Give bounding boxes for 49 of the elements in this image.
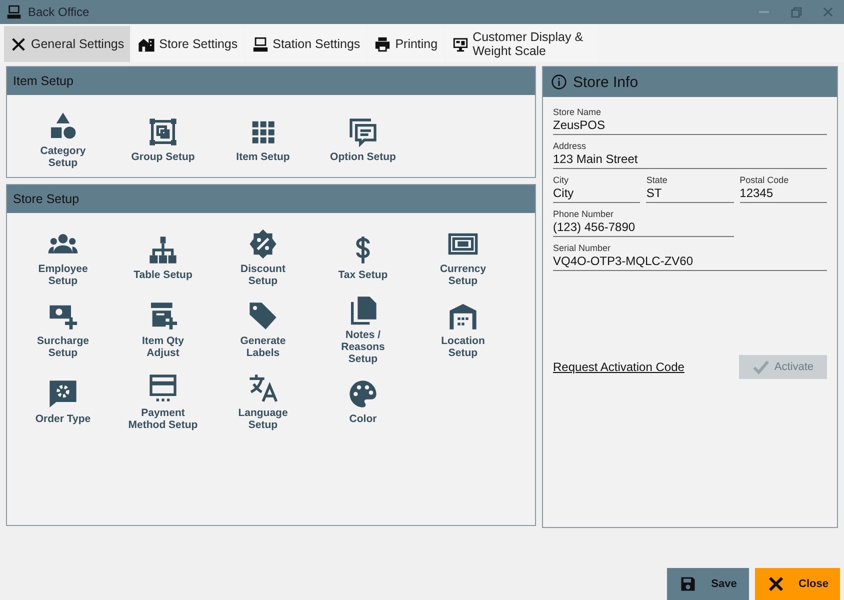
- text-field[interactable]: Store Name ZeusPOS: [553, 107, 827, 135]
- translate-icon: [247, 372, 279, 404]
- gear-bubble-icon: [47, 378, 79, 410]
- chat-icon: [347, 116, 379, 148]
- check-icon: [752, 358, 770, 376]
- panel-title: Store Info: [573, 74, 638, 90]
- save-button[interactable]: Save: [667, 568, 749, 600]
- close-button[interactable]: Close: [755, 568, 840, 600]
- setup-tile[interactable]: Table Setup: [113, 225, 213, 289]
- tag-icon: [247, 300, 279, 332]
- setup-tile[interactable]: Category Setup: [13, 107, 113, 171]
- setup-tile[interactable]: Tax Setup: [313, 225, 413, 289]
- text-field[interactable]: City City: [553, 175, 640, 203]
- setup-tile[interactable]: Item Qty Adjust: [113, 297, 213, 361]
- group-icon: [147, 116, 179, 148]
- floppy-icon: [679, 575, 698, 593]
- computer-icon: [252, 36, 269, 52]
- text-field[interactable]: Address 123 Main Street: [553, 141, 827, 169]
- setup-tile[interactable]: Option Setup: [313, 107, 413, 171]
- palette-icon: [347, 378, 379, 410]
- setup-tile[interactable]: Discount Setup: [213, 225, 313, 289]
- monitor-icon: [452, 36, 469, 52]
- setup-tile[interactable]: Color: [313, 369, 413, 433]
- activation-link[interactable]: Request Activation Code: [553, 360, 684, 374]
- text-field[interactable]: Phone Number (123) 456-7890: [553, 209, 734, 237]
- info-icon: [551, 74, 567, 90]
- setup-tile[interactable]: Location Setup: [413, 297, 513, 361]
- printer-icon: [374, 36, 392, 52]
- percent-badge-icon: [247, 228, 279, 260]
- setup-tile[interactable]: Item Setup: [213, 107, 313, 171]
- setup-tile[interactable]: Generate Labels: [213, 297, 313, 361]
- close-icon: [766, 575, 785, 593]
- setup-tile[interactable]: Employee Setup: [13, 225, 113, 289]
- section-header: Item Setup: [7, 67, 535, 95]
- text-field[interactable]: Postal Code 12345: [740, 175, 827, 203]
- setup-tile[interactable]: Surcharge Setup: [13, 297, 113, 361]
- section-header: Store Setup: [7, 185, 535, 213]
- card-icon: [147, 372, 179, 404]
- text-field[interactable]: Serial Number VQ4O-OTP3-MQLC-ZV60: [553, 243, 827, 271]
- computer-icon: [6, 4, 22, 20]
- setup-tile[interactable]: Language Setup: [213, 369, 313, 433]
- window-title: Back Office: [28, 5, 90, 19]
- setup-tile[interactable]: Order Type: [13, 369, 113, 433]
- hierarchy-icon: [147, 234, 179, 266]
- setup-tile[interactable]: Group Setup: [113, 107, 213, 171]
- tab[interactable]: General Settings: [4, 26, 130, 62]
- text-field[interactable]: State ST: [646, 175, 734, 203]
- setup-tile[interactable]: Currency Setup: [413, 225, 513, 289]
- setup-tile[interactable]: Payment Method Setup: [113, 369, 213, 433]
